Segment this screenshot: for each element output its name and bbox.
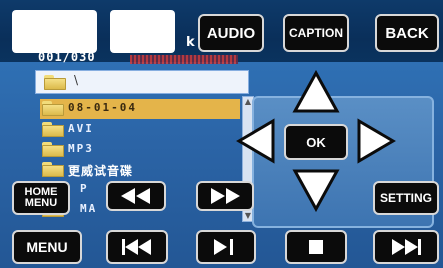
track-counter: 001/030: [38, 50, 96, 64]
partial-label: k: [186, 35, 195, 50]
up-arrow-icon: [292, 70, 340, 113]
list-item-label: AVI: [68, 122, 94, 135]
caption-button-label: CAPTION: [289, 26, 343, 40]
menu-button-label: MENU: [26, 239, 68, 255]
next-track-button[interactable]: [373, 230, 439, 264]
list-item-label: MA: [80, 202, 98, 215]
fast-forward-icon: [211, 188, 240, 204]
level-meter: [130, 55, 238, 64]
list-item-label: MP3: [68, 142, 94, 155]
back-button[interactable]: BACK: [375, 14, 439, 52]
right-arrow-button[interactable]: [356, 118, 396, 164]
fast-forward-button[interactable]: [196, 181, 254, 211]
caption-button[interactable]: CAPTION: [283, 14, 349, 52]
audio-button[interactable]: AUDIO: [198, 14, 264, 52]
current-path: \: [74, 73, 79, 87]
play-pause-icon: [214, 239, 233, 255]
ok-button[interactable]: OK: [284, 124, 348, 160]
dvd-player-screen: k 001/030 AUDIO CAPTION BACK \ 08-01-04 …: [0, 0, 443, 268]
ok-button-label: OK: [306, 134, 326, 150]
previous-track-button[interactable]: [106, 230, 168, 264]
list-item[interactable]: 08-01-04: [40, 99, 240, 119]
list-item-label: P: [80, 182, 89, 195]
setting-button-label: SETTING: [379, 191, 432, 205]
home-menu-button[interactable]: HOME MENU: [12, 181, 70, 215]
list-item[interactable]: 更威试音碟: [40, 160, 240, 180]
menu-button[interactable]: MENU: [12, 230, 82, 264]
audio-button-label: AUDIO: [206, 24, 256, 42]
home-menu-label-line2: MENU: [24, 197, 58, 209]
rewind-icon: [121, 188, 150, 204]
stop-button[interactable]: [285, 230, 347, 264]
play-pause-button[interactable]: [196, 230, 256, 264]
next-track-icon: [392, 239, 421, 255]
list-item[interactable]: AVI: [40, 120, 240, 140]
left-arrow-button[interactable]: [236, 118, 276, 164]
back-button-label: BACK: [385, 24, 429, 42]
list-item-label: 08-01-04: [68, 101, 137, 114]
list-item[interactable]: MP3: [40, 140, 240, 160]
rewind-button[interactable]: [106, 181, 166, 211]
list-item-label: 更威试音碟: [68, 164, 134, 178]
stop-icon: [309, 240, 323, 254]
folder-icon: [42, 101, 64, 116]
folder-icon: [42, 162, 64, 177]
info-box-left: [12, 10, 97, 53]
down-arrow-button[interactable]: [292, 168, 340, 212]
folder-icon: [42, 122, 64, 137]
path-bar: \: [35, 70, 249, 94]
left-arrow-icon: [236, 118, 275, 164]
info-box-middle: [110, 10, 175, 53]
folder-icon: [44, 75, 66, 90]
right-arrow-icon: [357, 118, 396, 164]
previous-track-icon: [122, 239, 151, 255]
setting-button[interactable]: SETTING: [373, 181, 439, 215]
down-arrow-icon: [292, 169, 340, 212]
up-arrow-button[interactable]: [292, 70, 340, 114]
folder-icon: [42, 142, 64, 157]
